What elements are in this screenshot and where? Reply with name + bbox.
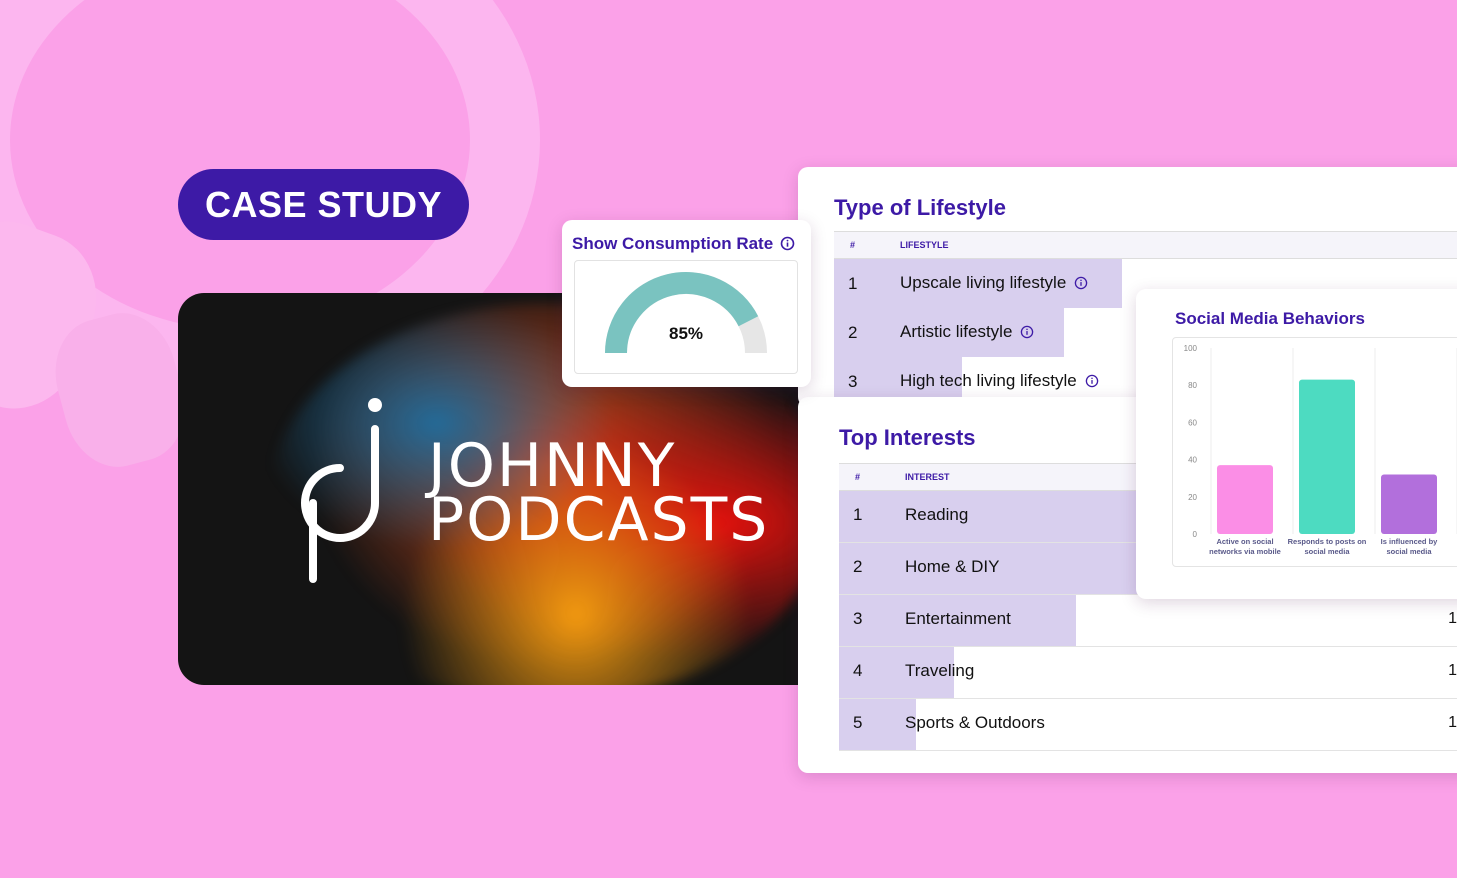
row-number: 4 (853, 661, 863, 680)
social-media-title: Social Media Behaviors (1175, 309, 1365, 328)
column-header-number: # (855, 472, 861, 482)
social-media-card: Social Media Behaviors 0 20 40 60 80 100 Activ… (1136, 289, 1457, 599)
y-tick-label: 0 (1193, 530, 1198, 539)
row-number: 1 (853, 505, 863, 524)
y-tick-label: 100 (1184, 344, 1198, 353)
social-media-chart: 0 20 40 60 80 100 Active on social networks via… (1172, 337, 1457, 567)
interest-count: 1 (1448, 610, 1457, 627)
table-row: 5 Sports & Outdoors 1 (839, 699, 1457, 751)
brand-name-line2: PODCASTS (428, 485, 770, 555)
category-label: Is influenced by (1381, 537, 1439, 546)
info-icon[interactable] (1085, 374, 1099, 388)
interest-name: Traveling (905, 661, 975, 680)
bar (1217, 465, 1273, 534)
case-study-label: CASE STUDY (204, 183, 443, 225)
y-tick-label: 40 (1188, 456, 1197, 465)
row-number: 2 (848, 323, 858, 342)
category-label: Active on social (1216, 537, 1273, 546)
table-row: 3 Entertainment 1 (839, 595, 1457, 647)
y-tick-label: 20 (1188, 493, 1197, 502)
table-header: # LIFESTYLE (834, 232, 1457, 259)
row-label: Upscale living lifestyle (900, 273, 1088, 293)
row-number: 3 (853, 609, 863, 628)
interest-name: Reading (905, 505, 969, 524)
row-number: 5 (853, 713, 863, 732)
lifestyle-name: High tech living lifestyle (900, 371, 1077, 390)
info-icon[interactable] (780, 236, 795, 251)
info-icon[interactable] (1020, 325, 1034, 339)
gauge-chart (605, 272, 767, 354)
gauge-value: 85% (668, 324, 704, 343)
category-label: social media (1386, 547, 1432, 556)
case-study-badge: CASE STUDY (178, 169, 469, 240)
bar (1299, 379, 1355, 534)
category-label: Responds to posts on (1288, 537, 1367, 546)
y-tick-label: 60 (1188, 418, 1197, 427)
category-label: social media (1304, 547, 1350, 556)
interest-name: Home & DIY (905, 557, 1000, 576)
row-number: 2 (853, 557, 863, 576)
bar-chart: 0 20 40 60 80 100 Active on socialnetworks via… (1184, 344, 1457, 556)
column-header-number: # (850, 240, 856, 250)
interest-name: Sports & Outdoors (905, 713, 1045, 732)
y-tick-label: 80 (1188, 381, 1197, 390)
lifestyle-name: Artistic lifestyle (900, 322, 1013, 341)
consumption-card: Show Consumption Rate 85% (562, 220, 811, 387)
column-header-lifestyle: LIFESTYLE (900, 240, 949, 250)
interest-count: 1 (1448, 714, 1457, 731)
consumption-title: Show Consumption Rate (572, 234, 774, 253)
column-header-interest: INTEREST (905, 472, 950, 482)
gauge-container: 85% (574, 260, 798, 374)
row-number: 1 (848, 274, 858, 293)
row-label: High tech living lifestyle (900, 371, 1099, 391)
pj-logo-icon (301, 398, 382, 583)
lifestyle-title: Type of Lifestyle (834, 195, 1006, 220)
bar (1381, 474, 1437, 534)
interests-title: Top Interests (839, 425, 976, 450)
category-label: networks via mobile (1209, 547, 1281, 556)
row-number: 3 (848, 372, 858, 391)
info-icon[interactable] (1074, 276, 1088, 290)
row-label: Artistic lifestyle (900, 322, 1034, 342)
table-row: 4 Traveling 1 (839, 647, 1457, 699)
interest-count: 1 (1448, 662, 1457, 679)
lifestyle-name: Upscale living lifestyle (900, 273, 1067, 292)
interest-name: Entertainment (905, 609, 1011, 628)
